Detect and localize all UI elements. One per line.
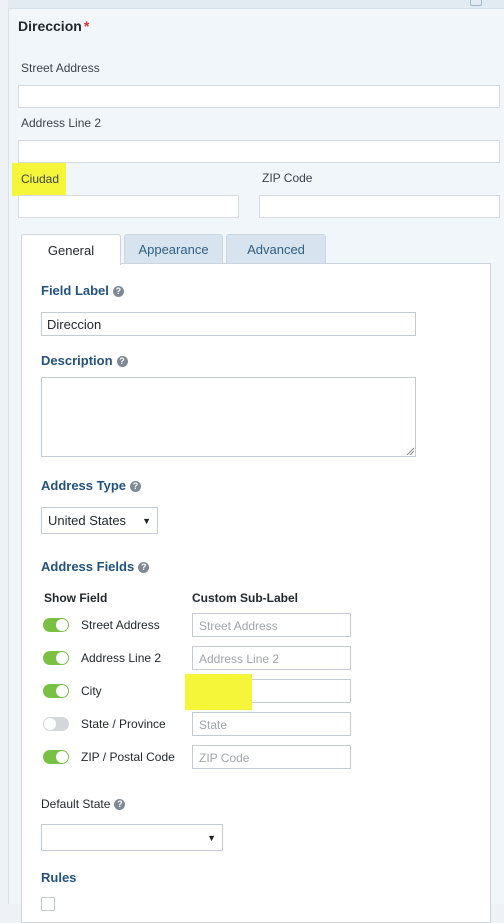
duplicate-icon[interactable] (470, 0, 482, 6)
show-field-toggle[interactable] (43, 750, 69, 764)
address-field-label: State / Province (81, 717, 166, 731)
preview-line2-input[interactable] (18, 140, 500, 163)
field-label-title: Field Label? (41, 283, 124, 298)
preview-street-input[interactable] (18, 85, 500, 108)
field-toolbar (8, 0, 504, 9)
rule-checkbox[interactable] (41, 897, 55, 911)
help-icon[interactable]: ? (130, 481, 142, 492)
preview-zip-label: ZIP Code (262, 171, 313, 185)
description-title: Description? (41, 353, 128, 368)
show-field-toggle[interactable] (43, 684, 69, 698)
custom-sublabel-input[interactable]: Address Line 2 (192, 646, 351, 670)
field-label-input[interactable]: Direccion (41, 312, 416, 336)
preview-city-input[interactable] (18, 195, 239, 218)
dropdown-arrow-icon: ▼ (207, 832, 216, 843)
help-icon[interactable]: ? (138, 562, 150, 573)
show-field-header: Show Field (44, 591, 108, 605)
toggle-knob (56, 685, 68, 697)
custom-sublabel-header: Custom Sub-Label (192, 591, 299, 605)
default-state-title: Default State? (41, 797, 126, 811)
show-field-toggle[interactable] (43, 717, 69, 731)
preview-street-label: Street Address (21, 61, 100, 75)
city-sublabel-highlight (185, 674, 252, 710)
help-icon[interactable]: ? (116, 356, 128, 367)
help-icon[interactable]: ? (112, 286, 124, 297)
description-textarea[interactable] (41, 377, 416, 457)
toggle-knob (56, 751, 68, 763)
custom-sublabel-input[interactable]: ZIP Code (192, 745, 351, 769)
address-field-label: Address Line 2 (81, 651, 162, 665)
tab-advanced[interactable]: Advanced (226, 234, 326, 264)
custom-sublabel-input[interactable]: State (192, 712, 351, 736)
address-type-select[interactable]: United States ▼ (41, 507, 158, 534)
resize-handle-icon[interactable] (406, 447, 414, 455)
address-fields-title: Address Fields? (41, 559, 150, 574)
show-field-toggle[interactable] (43, 651, 69, 665)
address-field-label: ZIP / Postal Code (81, 750, 175, 764)
default-state-select[interactable]: ▼ (41, 824, 223, 851)
preview-line2-label: Address Line 2 (21, 116, 102, 130)
toggle-knob (44, 718, 56, 730)
field-title: Direccion * (18, 18, 90, 34)
show-field-toggle[interactable] (43, 618, 69, 632)
tab-general[interactable]: General (21, 234, 121, 265)
required-asterisk: * (83, 18, 90, 34)
rules-title: Rules (41, 870, 77, 885)
preview-zip-input[interactable] (259, 195, 500, 218)
dropdown-arrow-icon: ▼ (142, 515, 151, 526)
toggle-knob (56, 619, 68, 631)
preview-city-label: Ciudad (21, 172, 60, 186)
toggle-knob (56, 652, 68, 664)
address-field-label: Street Address (81, 618, 160, 632)
address-field-label: City (81, 684, 102, 698)
custom-sublabel-input[interactable]: Street Address (192, 613, 351, 637)
address-type-title: Address Type? (41, 478, 142, 493)
help-icon[interactable]: ? (114, 799, 126, 810)
tab-appearance[interactable]: Appearance (124, 234, 223, 264)
